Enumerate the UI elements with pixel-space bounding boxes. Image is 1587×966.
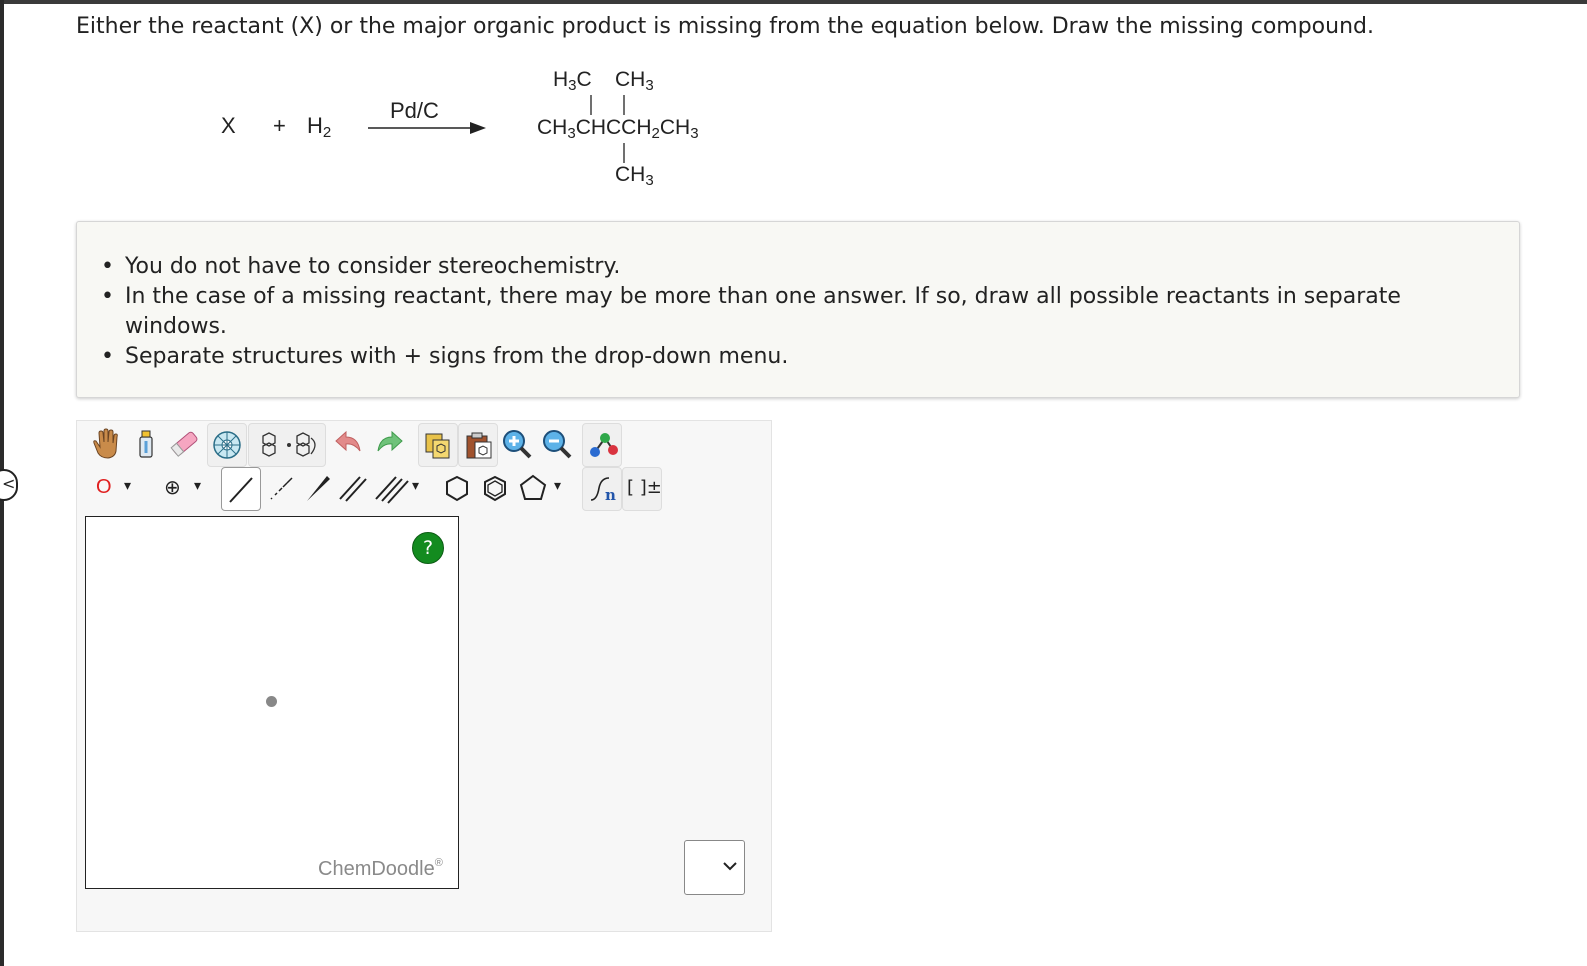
instruction-item: Separate structures with + signs from th… bbox=[101, 342, 1465, 372]
ring-templates-button[interactable] bbox=[207, 423, 247, 467]
pan-hand-button[interactable] bbox=[86, 423, 124, 465]
top-border bbox=[0, 0, 1587, 4]
chemdoodle-brand: ChemDoodle® bbox=[318, 857, 443, 880]
instruction-item: You do not have to consider stereochemis… bbox=[101, 252, 1465, 282]
atom-selector[interactable]: O ▾ bbox=[86, 467, 142, 509]
cyclohexane-button[interactable] bbox=[438, 467, 476, 509]
separator-dropdown[interactable] bbox=[684, 840, 745, 895]
hashed-bond-icon bbox=[270, 477, 293, 500]
paste-icon bbox=[466, 432, 492, 459]
chevron-left-icon: < bbox=[2, 474, 16, 493]
reaction-arrow bbox=[368, 122, 486, 134]
atom-label: O bbox=[96, 476, 112, 498]
chevron-down-icon: ▾ bbox=[124, 478, 132, 494]
charge-selector[interactable]: ⊕ ▾ bbox=[154, 467, 212, 509]
repeat-unit-button[interactable]: n bbox=[582, 467, 622, 511]
select-chevron bbox=[723, 862, 737, 871]
hexagon-icon bbox=[446, 475, 468, 502]
single-bond-button[interactable] bbox=[221, 467, 261, 511]
redo-icon bbox=[377, 430, 403, 452]
spray-bottle-icon bbox=[139, 430, 153, 458]
double-bond-button[interactable] bbox=[334, 467, 372, 509]
product-main-chain: CH3CHCCH2CH3 bbox=[537, 116, 699, 142]
pentagon-icon bbox=[519, 474, 547, 500]
hashed-bond-button[interactable] bbox=[261, 467, 299, 509]
reactant-x: X bbox=[221, 113, 236, 138]
triple-bond-selector[interactable]: ▾ bbox=[372, 467, 428, 509]
instruction-item: In the case of a missing reactant, there… bbox=[101, 282, 1465, 342]
zoom-in-icon bbox=[503, 430, 532, 459]
subscript-n-label: n bbox=[605, 486, 616, 504]
single-bond-icon bbox=[229, 477, 253, 503]
atom-colors-button[interactable] bbox=[582, 423, 622, 467]
chevron-down-icon: ▾ bbox=[554, 478, 562, 494]
pentagon-selector[interactable]: ▾ bbox=[514, 467, 570, 509]
bracket-label: [ ]± bbox=[627, 477, 662, 498]
chevron-down-icon: ▾ bbox=[412, 478, 420, 494]
eraser-button[interactable] bbox=[166, 423, 204, 465]
collapse-tab[interactable]: < bbox=[0, 469, 18, 501]
triple-bond-icon bbox=[375, 476, 409, 504]
undo-icon bbox=[335, 430, 361, 452]
eraser-icon bbox=[170, 431, 198, 457]
benzene-icon bbox=[484, 475, 506, 502]
help-button[interactable]: ? bbox=[412, 532, 444, 564]
double-bond-icon bbox=[339, 476, 367, 502]
charge-plus-icon: ⊕ bbox=[164, 475, 181, 499]
product-bottom: CH3 bbox=[615, 163, 654, 189]
copy-button[interactable] bbox=[418, 423, 458, 467]
clean-icon bbox=[262, 432, 316, 457]
instructions-box: You do not have to consider stereochemis… bbox=[76, 221, 1520, 398]
chevron-down-icon bbox=[722, 853, 738, 886]
paste-button[interactable] bbox=[458, 423, 498, 467]
plus-sign: + bbox=[273, 113, 286, 138]
wedge-bond-button[interactable] bbox=[299, 467, 337, 509]
atom-colors-icon bbox=[590, 433, 618, 457]
zoom-out-button[interactable] bbox=[538, 423, 576, 465]
redo-button[interactable] bbox=[370, 423, 408, 465]
undo-button[interactable] bbox=[330, 423, 368, 465]
reagent-h2: H2 bbox=[307, 113, 332, 141]
product-top-left: H3C bbox=[553, 68, 592, 94]
hand-icon bbox=[93, 428, 118, 459]
clear-button[interactable] bbox=[126, 423, 164, 465]
product-top-right: CH3 bbox=[615, 68, 654, 94]
chevron-down-icon: ▾ bbox=[194, 478, 202, 494]
clean-structure-button[interactable] bbox=[248, 423, 326, 467]
bracket-charge-button[interactable]: [ ]± bbox=[622, 467, 662, 511]
benzene-button[interactable] bbox=[476, 467, 514, 509]
copy-icon bbox=[425, 433, 450, 459]
instructions-list: You do not have to consider stereochemis… bbox=[101, 252, 1465, 372]
zoom-in-button[interactable] bbox=[498, 423, 536, 465]
template-wheel-icon bbox=[213, 431, 241, 459]
question-text: Either the reactant (X) or the major org… bbox=[76, 14, 1374, 39]
zoom-out-icon bbox=[543, 430, 572, 459]
canvas-dot bbox=[266, 696, 277, 707]
wedge-bond-icon bbox=[307, 476, 330, 501]
